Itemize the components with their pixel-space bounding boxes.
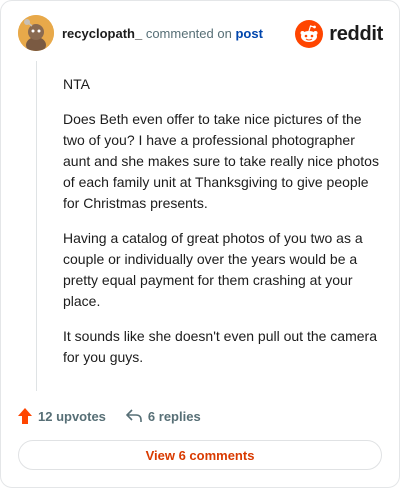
username-link[interactable]: recyclopath_ [62,26,142,41]
avatar-snoo-icon [18,15,54,51]
upvote-button[interactable]: 12 upvotes [18,408,106,424]
comment-paragraph: NTA [63,76,90,92]
reddit-logo[interactable]: reddit [295,19,383,49]
reddit-wordmark: reddit [329,22,383,45]
comment-paragraph: It sounds like she doesn't even pull out… [63,328,377,365]
reply-arrow-icon [126,409,142,422]
post-link[interactable]: post [235,26,262,41]
comment-paragraph: Does Beth even offer to take nice pictur… [63,111,379,211]
avatar[interactable] [18,15,54,51]
comment-body: NTA Does Beth even offer to take nice pi… [63,74,385,382]
comment-meta: recyclopath_ commented on post [62,26,263,42]
comment-paragraph: Having a catalog of great photos of you … [63,230,363,309]
replies-button[interactable]: 6 replies [126,409,201,424]
comment-header: recyclopath_ commented on post reddit [18,15,383,53]
view-comments-button[interactable]: View 6 comments [18,440,382,470]
upvote-count: 12 upvotes [38,408,106,424]
comment-actions: 12 upvotes 6 replies [18,406,221,426]
reddit-snoo-icon [295,20,324,48]
action-text: commented on [145,26,232,41]
thread-line [36,61,37,391]
upvote-arrow-icon [18,408,32,424]
reply-count: 6 replies [147,408,201,424]
comment-card: recyclopath_ commented on post reddit NT… [0,0,400,488]
